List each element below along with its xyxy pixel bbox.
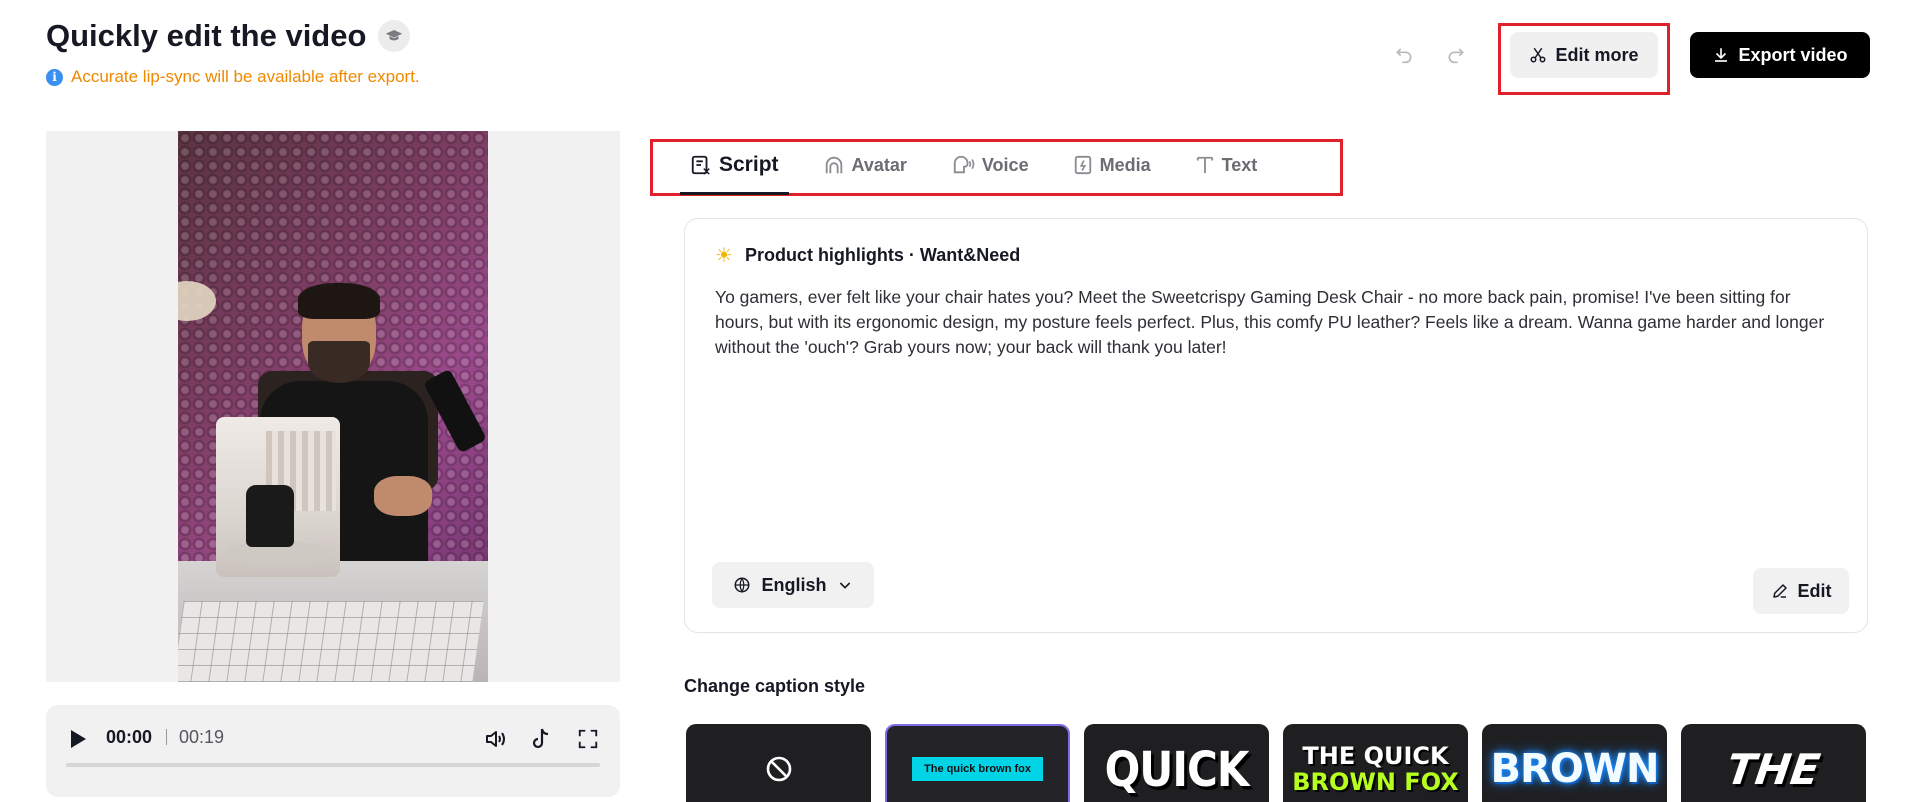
- script-icon: [691, 155, 710, 175]
- playback-progress-bar[interactable]: [66, 763, 600, 767]
- caption-style-quick[interactable]: QUICK: [1084, 724, 1269, 802]
- video-player-controls: 00:00 00:19: [46, 705, 620, 797]
- caption-style-brown[interactable]: BROWN: [1482, 724, 1667, 802]
- page-title: Quickly edit the video: [46, 18, 411, 54]
- redo-icon: [1448, 48, 1464, 64]
- media-icon: [1074, 155, 1091, 175]
- tiktok-preview-button[interactable]: [528, 725, 556, 753]
- script-heading: ☀ Product highlights · Want&Need: [715, 245, 1021, 267]
- scissors-icon: [1530, 47, 1546, 63]
- tab-media[interactable]: Media: [1063, 143, 1161, 187]
- globe-icon: [734, 577, 750, 593]
- export-video-button[interactable]: Export video: [1690, 32, 1870, 78]
- script-body[interactable]: Yo gamers, ever felt like your chair hat…: [715, 285, 1835, 360]
- lip-sync-notice: i Accurate lip-sync will be available af…: [46, 67, 420, 87]
- tab-voice[interactable]: Voice: [941, 143, 1039, 187]
- caption-style-list: The quick brown fox QUICK THE QUICK BROW…: [686, 724, 1866, 802]
- caption-style-title: Change caption style: [684, 676, 866, 696]
- tab-text[interactable]: Text: [1185, 143, 1268, 187]
- total-time: 00:19: [179, 727, 225, 747]
- play-button[interactable]: [66, 727, 90, 751]
- undo-icon: [1396, 48, 1412, 64]
- caption-style-none[interactable]: [686, 724, 871, 802]
- video-frame[interactable]: [178, 131, 488, 682]
- tiktok-icon: [532, 728, 549, 749]
- redo-button[interactable]: [1444, 42, 1468, 66]
- fullscreen-button[interactable]: [574, 725, 602, 753]
- download-icon: [1715, 48, 1728, 62]
- edit-script-button[interactable]: Edit: [1753, 568, 1849, 614]
- video-preview-area: [46, 131, 620, 682]
- edit-more-button[interactable]: Edit more: [1510, 32, 1658, 78]
- play-icon: [71, 730, 86, 748]
- tab-avatar[interactable]: Avatar: [813, 143, 917, 187]
- editor-page: Quickly edit the video i Accurate lip-sy…: [0, 0, 1919, 802]
- language-select[interactable]: English: [712, 562, 874, 608]
- caption-style-the-quick-brown-fox[interactable]: THE QUICK BROWN FOX: [1283, 724, 1468, 802]
- caption-style-the[interactable]: THE: [1681, 724, 1866, 802]
- product-image-overlay[interactable]: [216, 417, 340, 577]
- sun-icon: ☀: [715, 245, 733, 267]
- undo-button[interactable]: [1392, 42, 1416, 66]
- editor-tabs: Script Avatar Voice Media Text: [680, 143, 1291, 195]
- no-caption-icon: [766, 756, 791, 782]
- fullscreen-icon: [578, 729, 598, 749]
- volume-button[interactable]: [482, 725, 510, 753]
- pencil-icon: [1772, 584, 1787, 598]
- volume-icon: [486, 731, 505, 747]
- script-card: ☀ Product highlights · Want&Need Yo game…: [684, 218, 1868, 633]
- chevron-down-icon: [839, 582, 850, 589]
- caption-style-quick-brown-fox[interactable]: The quick brown fox: [885, 724, 1070, 802]
- current-time: 00:00: [106, 727, 153, 747]
- time-divider: [166, 729, 167, 745]
- avatar-icon: [825, 156, 842, 174]
- tutorial-icon[interactable]: [378, 20, 411, 52]
- info-icon: i: [46, 68, 63, 86]
- tab-script[interactable]: Script: [680, 143, 789, 195]
- text-icon: [1196, 156, 1213, 174]
- voice-icon: [953, 155, 975, 174]
